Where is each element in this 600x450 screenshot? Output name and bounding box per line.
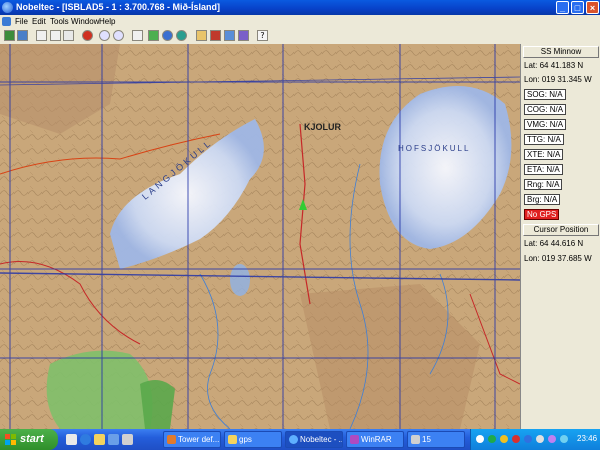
vessel-longitude: Lon: 019 31.345 W: [524, 75, 592, 84]
cursor-position-title: Cursor Position: [523, 224, 599, 236]
layers-icon[interactable]: [238, 30, 249, 41]
tray-antivirus-icon[interactable]: [512, 435, 520, 443]
properties-icon[interactable]: [63, 30, 74, 41]
xte-field[interactable]: XTE: N/A: [524, 149, 564, 160]
taskbar-nobeltec[interactable]: Nobeltec - ...: [285, 431, 343, 448]
zoom-out-icon[interactable]: [113, 30, 124, 41]
ie-browser-icon[interactable]: [80, 434, 91, 445]
eta-field[interactable]: ETA: N/A: [524, 164, 563, 175]
clock[interactable]: 23:46: [577, 434, 597, 443]
windows-flag-icon: [5, 434, 16, 445]
app-icon[interactable]: [2, 2, 13, 13]
title-bar[interactable]: Nobeltec - [ISBLAD5 - 1 : 3.700.768 - Mi…: [0, 0, 600, 15]
game-icon: [167, 435, 176, 444]
close-button[interactable]: ×: [586, 1, 599, 14]
stop-icon[interactable]: [82, 30, 93, 41]
topographic-map[interactable]: [0, 44, 520, 429]
media-player-icon[interactable]: [108, 434, 119, 445]
route-icon[interactable]: [50, 30, 61, 41]
vessel-latitude: Lat: 64 41.183 N: [524, 61, 584, 70]
chart-window-icon[interactable]: [224, 30, 235, 41]
rng-field[interactable]: Rng: N/A: [524, 179, 563, 190]
taskbar-tower-defense[interactable]: Tower def...: [163, 431, 221, 448]
tray-network-icon[interactable]: [500, 435, 508, 443]
tray-arrow-icon[interactable]: [476, 435, 484, 443]
maximize-button[interactable]: □: [571, 1, 584, 14]
tray-volume-icon[interactable]: [536, 435, 544, 443]
document-icon[interactable]: [2, 17, 11, 26]
target-icon[interactable]: [162, 30, 173, 41]
menu-edit[interactable]: Edit: [32, 17, 46, 26]
gps-status-indicator[interactable]: No GPS: [524, 209, 560, 220]
brg-field[interactable]: Brg: N/A: [524, 194, 561, 205]
vessel-name: SS Minnow: [523, 46, 599, 58]
taskbar: start Tower def... gps Nobeltec - ... Wi…: [0, 429, 600, 450]
menu-help[interactable]: Help: [99, 17, 115, 26]
winrar-icon: [350, 435, 359, 444]
menu-bar: File Edit Tools Window Help: [0, 15, 600, 28]
open-chart-icon[interactable]: [4, 30, 15, 41]
measure-icon[interactable]: [148, 30, 159, 41]
taskbar-gps-folder[interactable]: gps: [224, 431, 282, 448]
minimize-button[interactable]: _: [556, 1, 569, 14]
sog-field[interactable]: SOG: N/A: [524, 89, 566, 100]
tray-shield-icon[interactable]: [488, 435, 496, 443]
cursor-longitude: Lon: 019 37.685 W: [524, 254, 592, 263]
chart-map-view[interactable]: KJOLUR HOFSJÖKULL LANGJÖKULL: [0, 44, 520, 429]
map-label-hofsjokull: HOFSJÖKULL: [398, 144, 471, 153]
vessel-info-panel: SS Minnow Lat: 64 41.183 N Lon: 019 31.3…: [520, 44, 600, 429]
map-label-kjolur: KJOLUR: [304, 122, 342, 132]
cursor-latitude: Lat: 64 44.616 N: [524, 239, 584, 248]
boat-icon[interactable]: [299, 199, 307, 210]
toolbar: ?: [0, 28, 600, 45]
menu-window[interactable]: Window: [71, 17, 99, 26]
help-icon[interactable]: ?: [257, 30, 268, 41]
tray-messenger-icon[interactable]: [548, 435, 556, 443]
start-button[interactable]: start: [0, 429, 58, 450]
menu-file[interactable]: File: [15, 17, 28, 26]
folder-icon: [228, 435, 237, 444]
globe-icon[interactable]: [176, 30, 187, 41]
vmg-field[interactable]: VMG: N/A: [524, 119, 567, 130]
zoom-in-icon[interactable]: [99, 30, 110, 41]
window-title: Nobeltec - [ISBLAD5 - 1 : 3.700.768 - Mi…: [16, 2, 221, 12]
quick-launch-icon[interactable]: [122, 434, 133, 445]
chart-select-icon[interactable]: [36, 30, 47, 41]
taskbar-group[interactable]: 15: [407, 431, 465, 448]
taskbar-winrar[interactable]: WinRAR: [346, 431, 404, 448]
chart-tools-icon[interactable]: [17, 30, 28, 41]
flag-icon[interactable]: [210, 30, 221, 41]
hand-icon[interactable]: [196, 30, 207, 41]
nobeltec-icon: [289, 435, 298, 444]
ttg-field[interactable]: TTG: N/A: [524, 134, 564, 145]
cog-field[interactable]: COG: N/A: [524, 104, 567, 115]
menu-tools[interactable]: Tools: [50, 17, 69, 26]
pencil-icon[interactable]: [132, 30, 143, 41]
window-group-icon: [411, 435, 420, 444]
system-tray: 23:46: [470, 429, 600, 450]
show-desktop-icon[interactable]: [66, 434, 77, 445]
tray-update-icon[interactable]: [560, 435, 568, 443]
explorer-icon[interactable]: [94, 434, 105, 445]
tray-bluetooth-icon[interactable]: [524, 435, 532, 443]
